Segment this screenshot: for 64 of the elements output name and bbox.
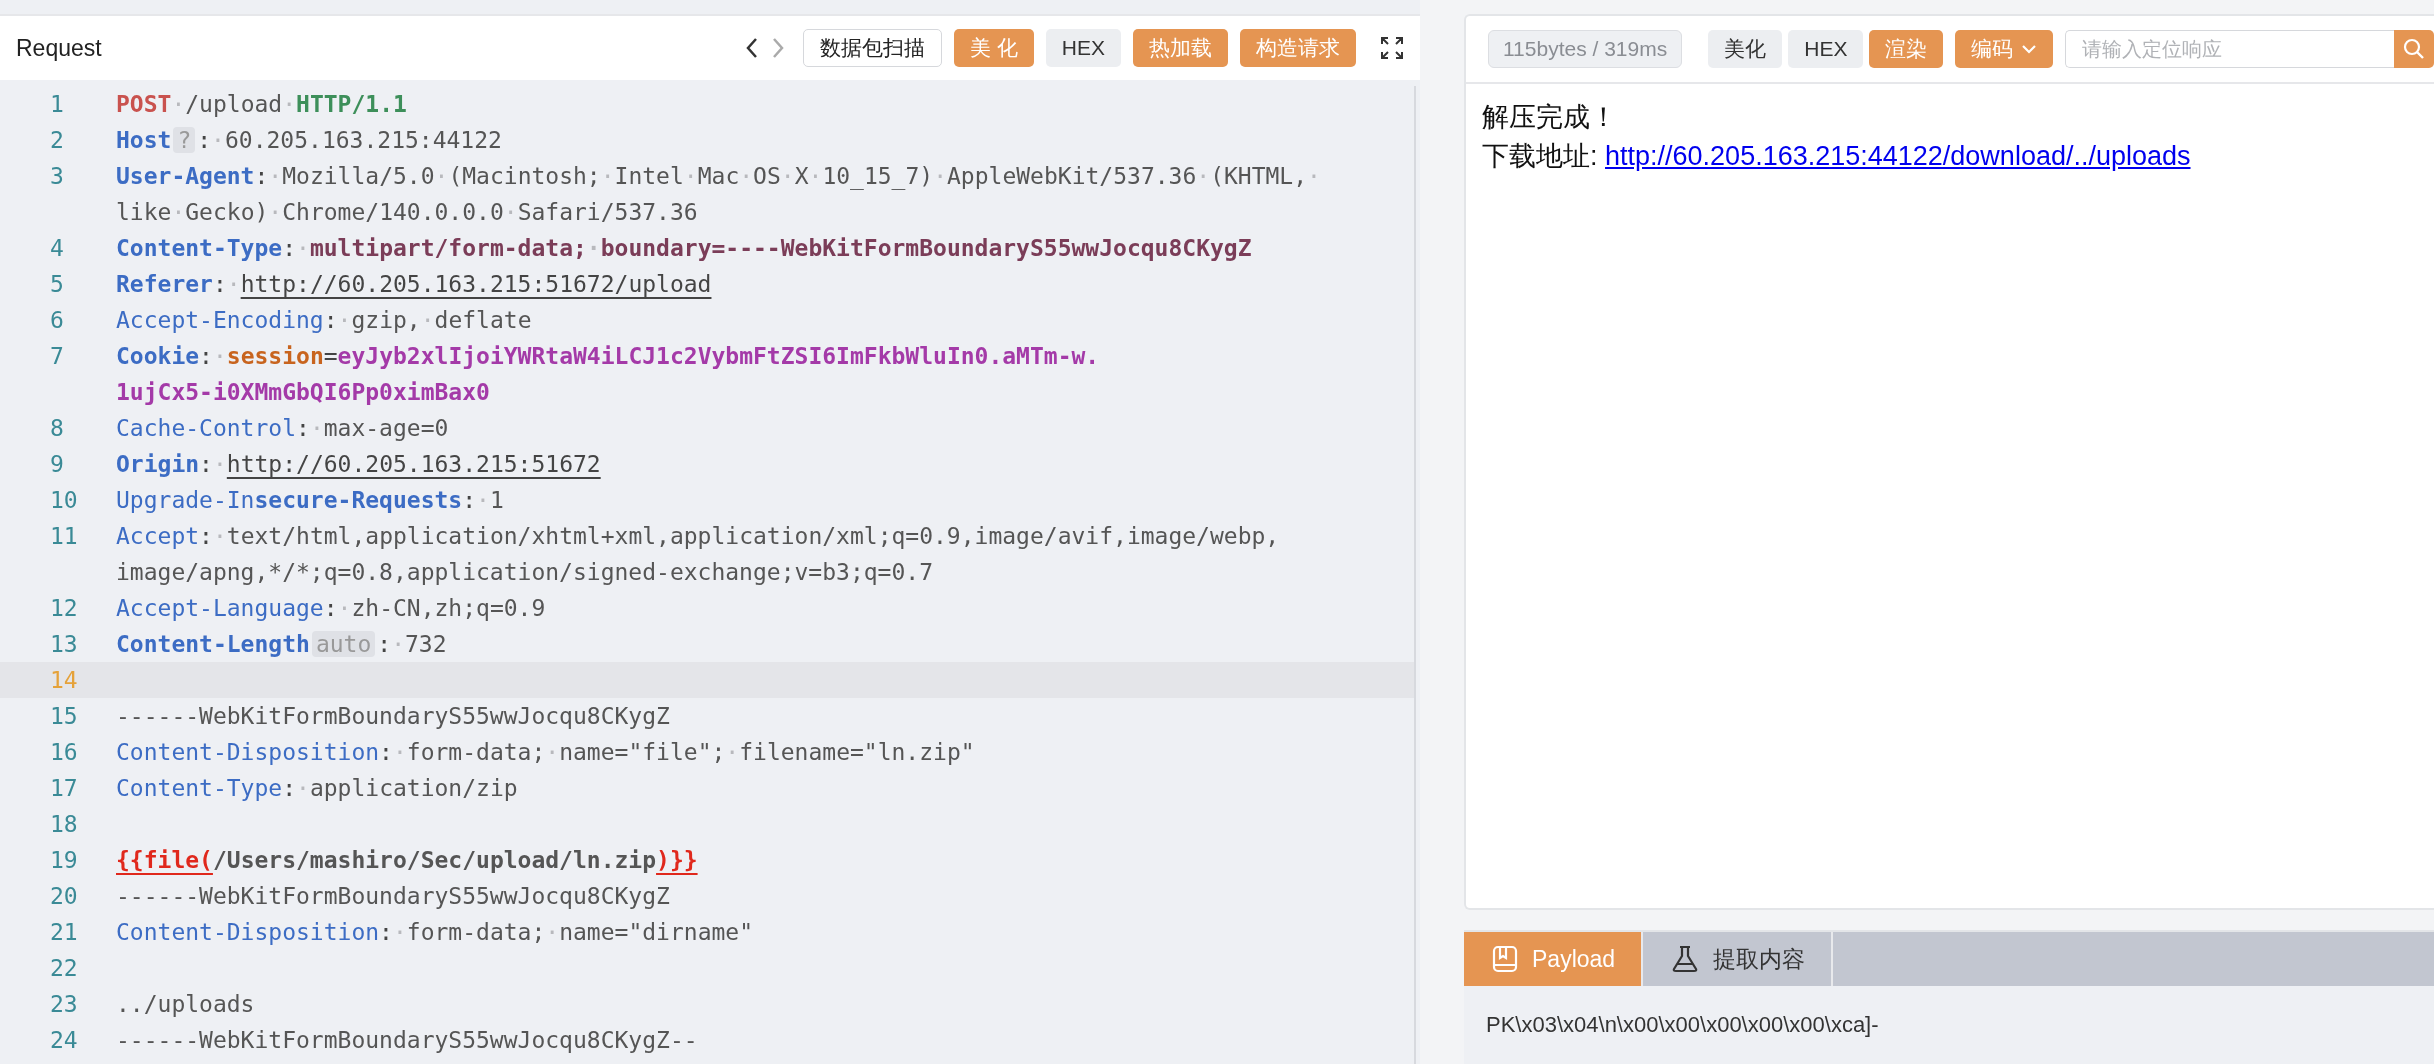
line-number: 17 [49, 774, 79, 803]
line-number: 10 [49, 486, 79, 515]
search-icon [2403, 38, 2425, 60]
line-number: 18 [49, 810, 79, 839]
code-line: Content-Type:·application/zip [116, 774, 518, 803]
code-line: {{file(/Users/mashiro/Sec/upload/ln.zip)}} [116, 846, 698, 875]
line-number: 23 [49, 990, 79, 1019]
line-number: 5 [49, 270, 65, 299]
code-line: Host ? :·60.205.163.215:44122 [116, 126, 502, 155]
code-line: ------WebKitFormBoundaryS55wwJocqu8CKygZ [116, 882, 670, 911]
line-number: 14 [49, 666, 79, 695]
code-line: ------WebKitFormBoundaryS55wwJocqu8CKygZ-- [116, 1026, 698, 1055]
line-number: 4 [49, 234, 65, 263]
code-line: Origin:·http://60.205.163.215:51672 [116, 450, 601, 479]
line-number: 21 [49, 918, 79, 947]
fullscreen-icon[interactable] [1380, 36, 1404, 60]
line-number: 11 [49, 522, 79, 551]
line-number: 16 [49, 738, 79, 767]
scan-button[interactable]: 数据包扫描 [802, 29, 942, 67]
line-number: 7 [49, 342, 65, 371]
view-mode-button[interactable]: HEX [1045, 29, 1121, 67]
response-stats: 115bytes / 319ms [1488, 30, 1683, 68]
code-line: Content-Type:·multipart/form-data;·boundary=----WebKitFormBoundaryS55wwJocqu8CKygZ [116, 234, 1252, 263]
code-line: Cache-Control:·max-age=0 [116, 414, 449, 443]
code-line: Cookie:·session=eyJyb2xlIjoiYWRtaW4iLCJ1c2VybmFtZSI6ImFkbWluIn0.aMTm-w. [116, 342, 1100, 371]
code-line: User-Agent:·Mozilla/5.0·(Macintosh;·Intel·Mac·OS·X·10_15_7)·AppleWebKit/537.36·(KHTML,· [116, 162, 1321, 192]
code-line: Accept:·text/html,application/xhtml+xml,application/xml;q=0.9,image/avif,image/webp, [116, 522, 1280, 551]
response-message: 解压完成！ [1482, 101, 1618, 134]
code-line: ------WebKitFormBoundaryS55wwJocqu8CKygZ [116, 702, 670, 731]
caret-icon [2021, 44, 2038, 54]
panel-title: Request [16, 34, 103, 62]
line-number: 24 [49, 1026, 79, 1055]
line-number: 20 [49, 882, 79, 911]
code-line: like·Gecko)·Chrome/140.0.0.0·Safari/537.36 [116, 198, 699, 227]
search-field[interactable]: 请输入定位响应 [2065, 30, 2394, 68]
flask-icon [1671, 945, 1700, 973]
code-line: POST·/upload·HTTP/1.1 [116, 90, 407, 119]
download-address-text: 下载地址: http://60.205.163.215:44122/download/../uploads [1482, 140, 2192, 173]
line-number: 22 [49, 954, 79, 983]
line-number: 15 [49, 702, 79, 731]
code-line: Upgrade-Insecure-Requests:·1 [116, 486, 504, 515]
code-line: Accept-Language:·zh-CN,zh;q=0.9 [116, 594, 546, 623]
code-line: ../uploads [116, 990, 255, 1019]
code-line: Accept-Encoding:·gzip,·deflate [116, 306, 532, 335]
view-mode-button[interactable]: 美化 [1708, 30, 1783, 68]
line-number: 8 [49, 414, 65, 443]
line-number: 9 [49, 450, 65, 479]
line-number: 3 [49, 162, 65, 191]
line-number: 12 [49, 594, 79, 623]
code-line: 1ujCx5-i0XMmGbQI6Pp0ximBax0 [116, 378, 491, 407]
view-mode-button[interactable]: HEX [1788, 30, 1864, 68]
payload-text: PK\x03\x04\n\x00\x00\x00\x00\x00\xca]- [1485, 1011, 1880, 1039]
line-number: 1 [49, 90, 65, 119]
code-line: Referer:·http://60.205.163.215:51672/upload [116, 270, 712, 299]
line-number: 6 [49, 306, 65, 335]
line-number: 19 [49, 846, 79, 875]
code-line: Content-Disposition:·form-data;·name="dirname" [116, 918, 754, 947]
download-link[interactable]: http://60.205.163.215:44122/download/../uploads [1605, 141, 2191, 171]
code-line: Content-Disposition:·form-data;·name="file";·filename="ln.zip" [116, 738, 975, 767]
line-number: 2 [49, 126, 65, 155]
line-number: 13 [49, 630, 79, 659]
code-line: image/apng,*/*;q=0.8,application/signed-exchange;v=b3;q=0.7 [116, 558, 934, 587]
book-icon [1492, 945, 1518, 973]
code-line: Content-Length auto :·732 [116, 630, 447, 659]
